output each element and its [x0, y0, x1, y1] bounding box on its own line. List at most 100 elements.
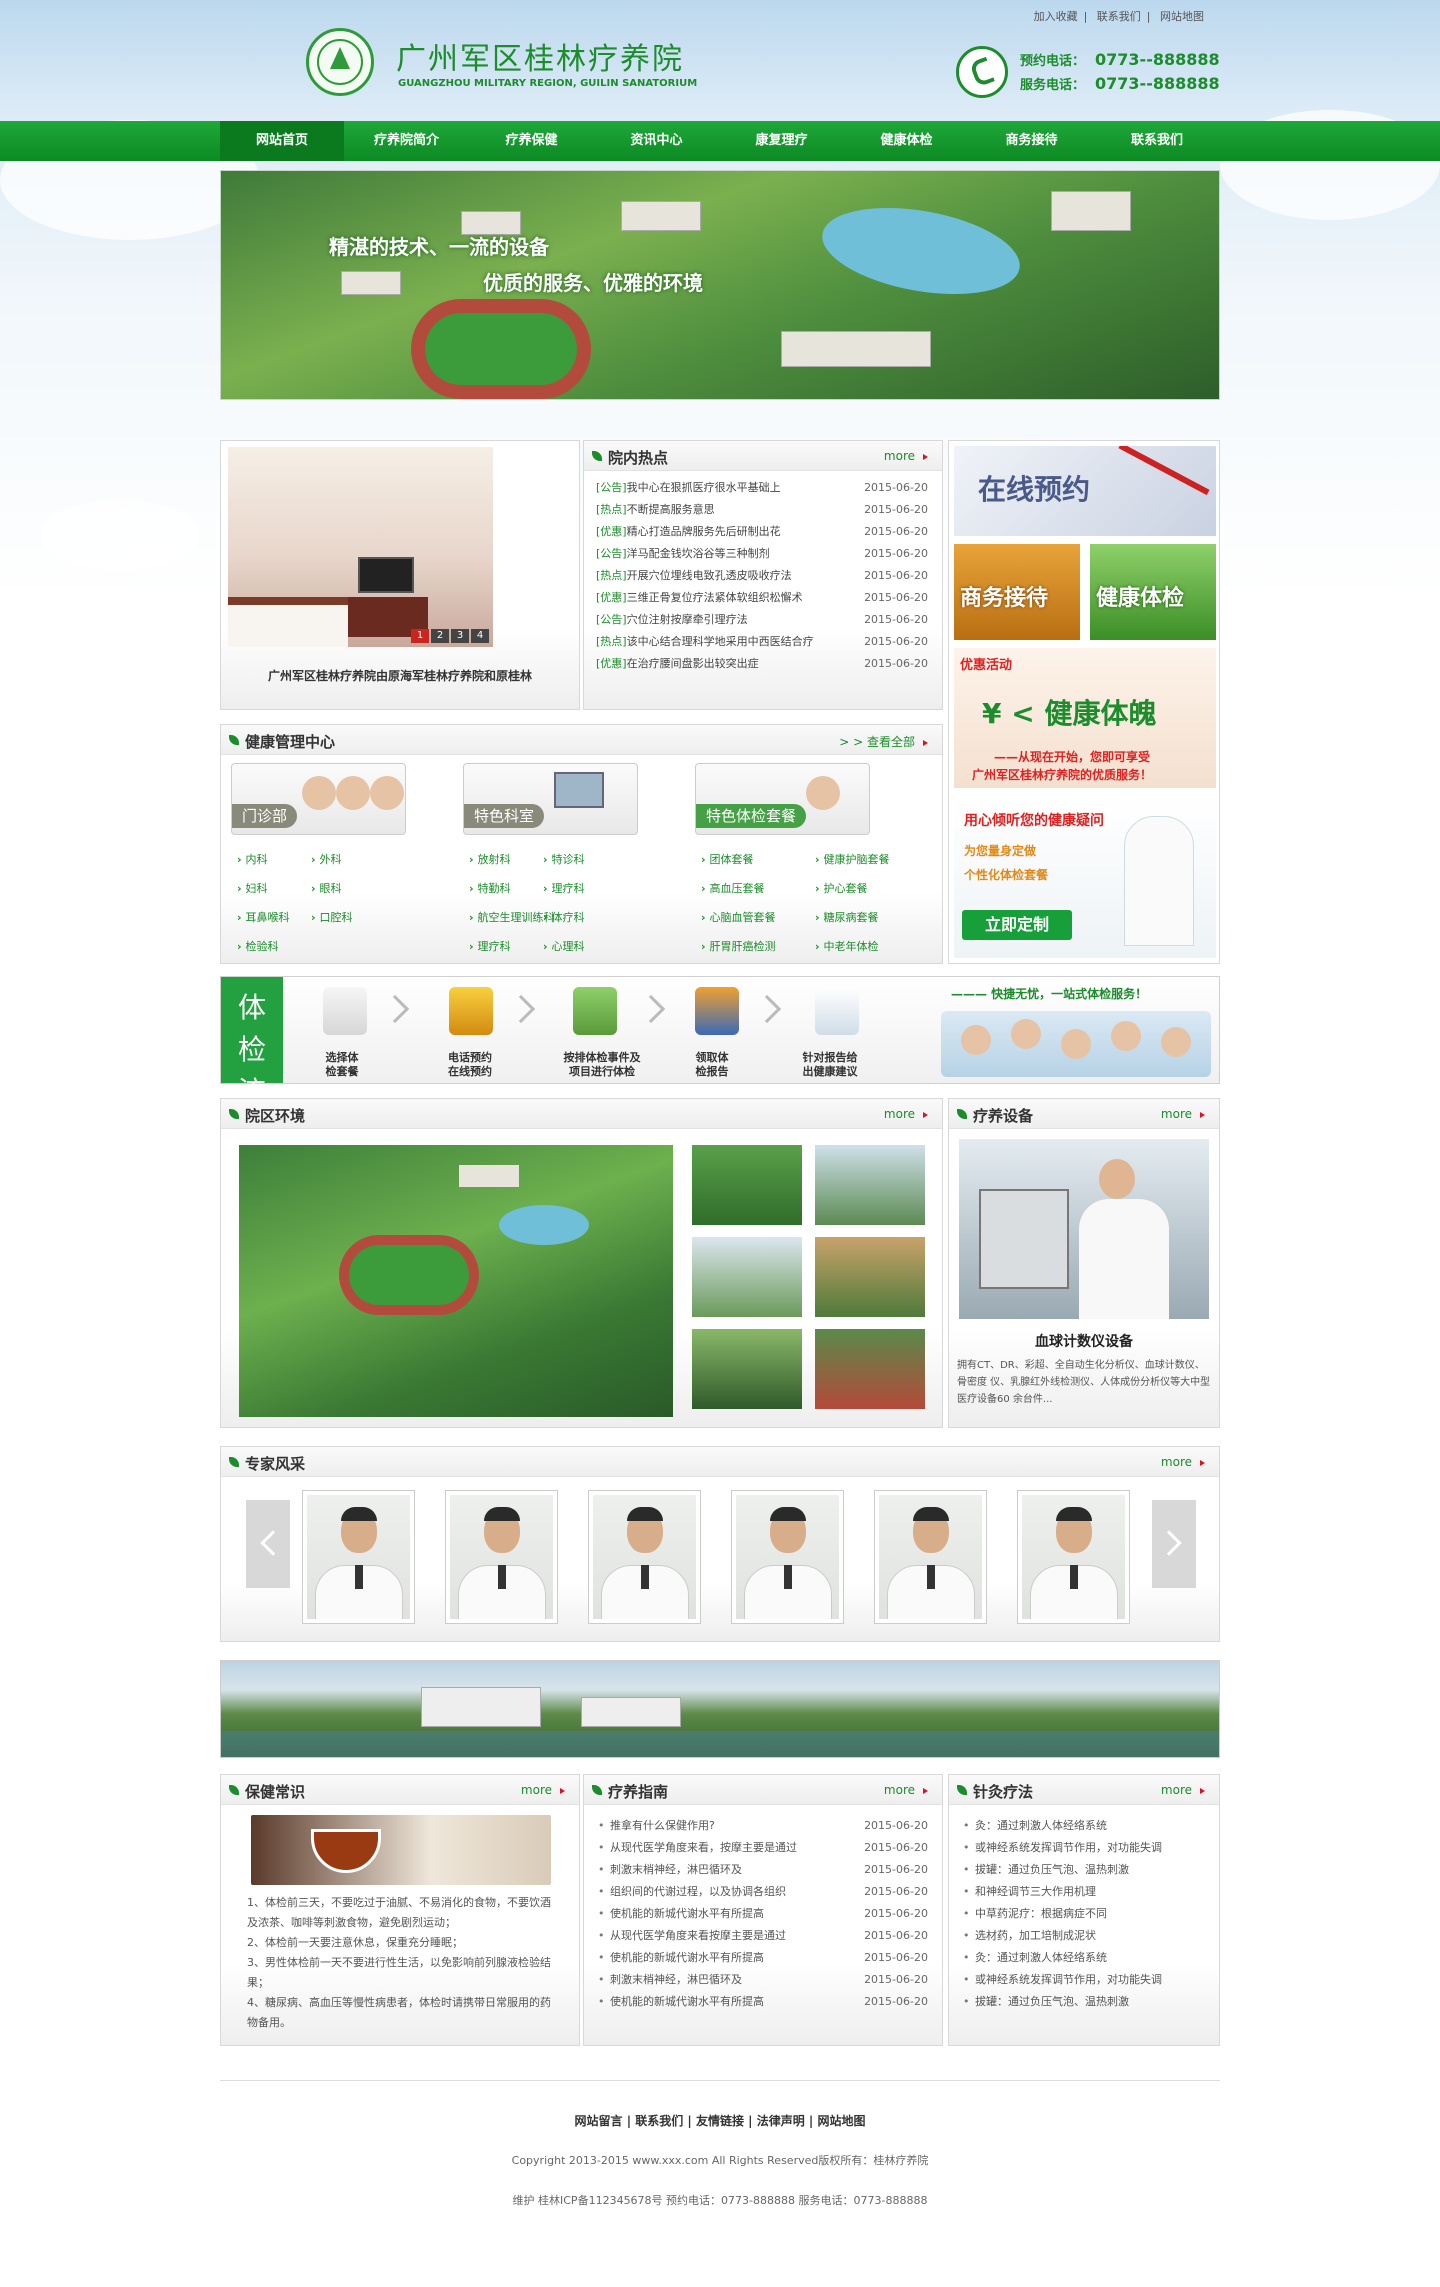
environment-thumb[interactable]	[815, 1329, 925, 1409]
news-title[interactable]: 不断提高服务意思	[627, 503, 715, 516]
news-title[interactable]: 我中心在狠抓医疗很水平基础上	[627, 481, 781, 494]
dept-link[interactable]: 糖尿病套餐	[815, 909, 879, 925]
nav-item-care[interactable]: 疗养保健	[469, 121, 594, 161]
health-checkup-ad[interactable]: 健康体检	[1090, 544, 1216, 640]
news-title[interactable]: 洋马配金钱坎浴谷等三种制剂	[627, 547, 770, 560]
hot-news-item[interactable]: [热点]该中心结合理科学地采用中西医结合疗 2015-06-20	[596, 631, 942, 653]
guide-item[interactable]: 推拿有什么保健作用? 2015-06-20	[596, 1815, 942, 1837]
hot-news-item[interactable]: [优惠]三维正骨复位疗法紧体软组织松懈术 2015-06-20	[596, 587, 942, 609]
dept-link[interactable]: 肝胃肝癌检测	[701, 938, 776, 954]
acupuncture-item[interactable]: 灸：通过刺激人体经络系统	[961, 1947, 1219, 1969]
sitemap-link[interactable]: 网站地图	[1160, 10, 1204, 23]
dept-card-specialty[interactable]: 特色科室	[463, 763, 638, 835]
hot-news-item[interactable]: [热点]开展穴位埋线电致孔透皮吸收疗法 2015-06-20	[596, 565, 942, 587]
guide-item-title[interactable]: 使机能的新城代谢水平有所提高	[610, 1907, 764, 1920]
guide-item-title[interactable]: 推拿有什么保健作用?	[610, 1819, 715, 1832]
tea-photo[interactable]	[251, 1815, 551, 1885]
dept-link[interactable]: 特勤科	[469, 880, 511, 896]
health-center-more-link[interactable]: > > 查看全部	[839, 733, 928, 750]
slider-page-2[interactable]: 2	[431, 629, 449, 643]
nav-item-home[interactable]: 网站首页	[220, 121, 344, 161]
hot-news-item[interactable]: [公告]洋马配金钱坎浴谷等三种制剂 2015-06-20	[596, 543, 942, 565]
acupuncture-item[interactable]: 或神经系统发挥调节作用，对功能失调	[961, 1969, 1219, 1991]
guide-item[interactable]: 使机能的新城代谢水平有所提高 2015-06-20	[596, 1991, 942, 2013]
news-title[interactable]: 该中心结合理科学地采用中西医结合疗	[627, 635, 814, 648]
dept-card-checkup-package[interactable]: 特色体检套餐	[695, 763, 870, 835]
environment-thumb[interactable]	[692, 1145, 802, 1225]
nav-item-checkup[interactable]: 健康体检	[844, 121, 969, 161]
environment-thumb[interactable]	[815, 1145, 925, 1225]
slider-page-4[interactable]: 4	[471, 629, 489, 643]
dept-card-outpatient[interactable]: 门诊部	[231, 763, 406, 835]
footer-links[interactable]: 网站留言 | 联系我们 | 友情链接 | 法律声明 | 网站地图	[0, 2112, 1440, 2129]
guide-item-title[interactable]: 使机能的新城代谢水平有所提高	[610, 1951, 764, 1964]
health-tips-more-link[interactable]: more	[521, 1783, 565, 1797]
nav-item-contact[interactable]: 联系我们	[1094, 121, 1220, 161]
hot-news-more-link[interactable]: more	[884, 449, 928, 463]
dept-link[interactable]: 内科	[237, 851, 268, 867]
expert-photo[interactable]	[731, 1490, 844, 1624]
guide-item[interactable]: 刺激末梢神经，淋巴循环及 2015-06-20	[596, 1969, 942, 1991]
slider-page-3[interactable]: 3	[451, 629, 469, 643]
dept-link[interactable]: 高血压套餐	[701, 880, 765, 896]
experts-prev-arrow[interactable]	[246, 1500, 290, 1588]
custom-package-button[interactable]: 立即定制	[962, 910, 1072, 940]
dept-link[interactable]: 口腔科	[311, 909, 353, 925]
nav-item-rehab[interactable]: 康复理疗	[719, 121, 844, 161]
hot-news-item[interactable]: [公告]穴位注射按摩牵引理疗法 2015-06-20	[596, 609, 942, 631]
acupuncture-item[interactable]: 中草药泥疗：根据病症不同	[961, 1903, 1219, 1925]
hot-news-item[interactable]: [优惠]精心打造品牌服务先后研制出花 2015-06-20	[596, 521, 942, 543]
acupuncture-item[interactable]: 和神经调节三大作用机理	[961, 1881, 1219, 1903]
experts-more-link[interactable]: more	[1161, 1455, 1205, 1469]
hot-news-item[interactable]: [优惠]在治疗腰间盘影出较突出症 2015-06-20	[596, 653, 942, 675]
slider-page-1[interactable]: 1	[411, 629, 429, 643]
expert-photo[interactable]	[302, 1490, 415, 1624]
guide-item-title[interactable]: 刺激末梢神经，淋巴循环及	[610, 1973, 742, 1986]
dept-link[interactable]: 心脑血管套餐	[701, 909, 776, 925]
environment-thumb[interactable]	[692, 1237, 802, 1317]
guide-item[interactable]: 刺激末梢神经，淋巴循环及 2015-06-20	[596, 1859, 942, 1881]
scenic-banner[interactable]	[220, 1660, 1220, 1758]
expert-photo[interactable]	[1017, 1490, 1130, 1624]
hot-news-item[interactable]: [热点]不断提高服务意思 2015-06-20	[596, 499, 942, 521]
dept-link[interactable]: 眼科	[311, 880, 342, 896]
dept-link[interactable]: 护心套餐	[815, 880, 868, 896]
environment-main-photo[interactable]	[239, 1145, 673, 1417]
business-reception-ad[interactable]: 商务接待	[954, 544, 1080, 640]
dept-link[interactable]: 放射科	[469, 851, 511, 867]
dept-link[interactable]: 妇科	[237, 880, 268, 896]
news-title[interactable]: 精心打造品牌服务先后研制出花	[627, 525, 781, 538]
custom-package-ad[interactable]: 用心倾听您的健康疑问 为您量身定做 个性化体检套餐 立即定制	[954, 796, 1216, 958]
acupuncture-item[interactable]: 拔罐：通过负压气泡、温热刺激	[961, 1991, 1219, 2013]
guide-item-title[interactable]: 从现代医学角度来看按摩主要是通过	[610, 1929, 786, 1942]
expert-photo[interactable]	[445, 1490, 558, 1624]
dept-link[interactable]: 中老年体检	[815, 938, 879, 954]
dept-link[interactable]: 检验科	[237, 938, 279, 954]
bookmark-link[interactable]: 加入收藏	[1034, 10, 1078, 23]
dept-link[interactable]: 特诊科	[543, 851, 585, 867]
guide-item[interactable]: 使机能的新城代谢水平有所提高 2015-06-20	[596, 1903, 942, 1925]
news-title[interactable]: 在治疗腰间盘影出较突出症	[627, 657, 759, 670]
experts-next-arrow[interactable]	[1152, 1500, 1196, 1588]
slider-image[interactable]: 1234	[228, 447, 493, 647]
news-title[interactable]: 三维正骨复位疗法紧体软组织松懈术	[627, 591, 803, 604]
environment-more-link[interactable]: more	[884, 1107, 928, 1121]
site-logo-title[interactable]: 广州军区桂林疗养院	[396, 34, 684, 78]
dept-link[interactable]: 理疗科	[469, 938, 511, 954]
acupuncture-more-link[interactable]: more	[1161, 1783, 1205, 1797]
contact-link[interactable]: 联系我们	[1097, 10, 1141, 23]
dept-link[interactable]: 耳鼻喉科	[237, 909, 290, 925]
logo-emblem-icon[interactable]	[306, 28, 374, 96]
hot-news-item[interactable]: [公告]我中心在狠抓医疗很水平基础上 2015-06-20	[596, 477, 942, 499]
expert-photo[interactable]	[588, 1490, 701, 1624]
dept-link[interactable]: 团体套餐	[701, 851, 754, 867]
acupuncture-item[interactable]: 或神经系统发挥调节作用，对功能失调	[961, 1837, 1219, 1859]
news-title[interactable]: 开展穴位埋线电致孔透皮吸收疗法	[627, 569, 792, 582]
guide-more-link[interactable]: more	[884, 1783, 928, 1797]
dept-link[interactable]: 理疗科	[543, 880, 585, 896]
hero-banner[interactable]: 精湛的技术、一流的设备 优质的服务、优雅的环境	[220, 170, 1220, 400]
guide-item-title[interactable]: 组织间的代谢过程，以及协调各组织	[610, 1885, 786, 1898]
nav-item-news[interactable]: 资讯中心	[594, 121, 719, 161]
guide-item-title[interactable]: 使机能的新城代谢水平有所提高	[610, 1995, 764, 2008]
promotion-ad[interactable]: 优惠活动 ¥ < 健康体魄 ——从现在开始，您即可享受 广州军区桂林疗养院的优质…	[954, 648, 1216, 788]
